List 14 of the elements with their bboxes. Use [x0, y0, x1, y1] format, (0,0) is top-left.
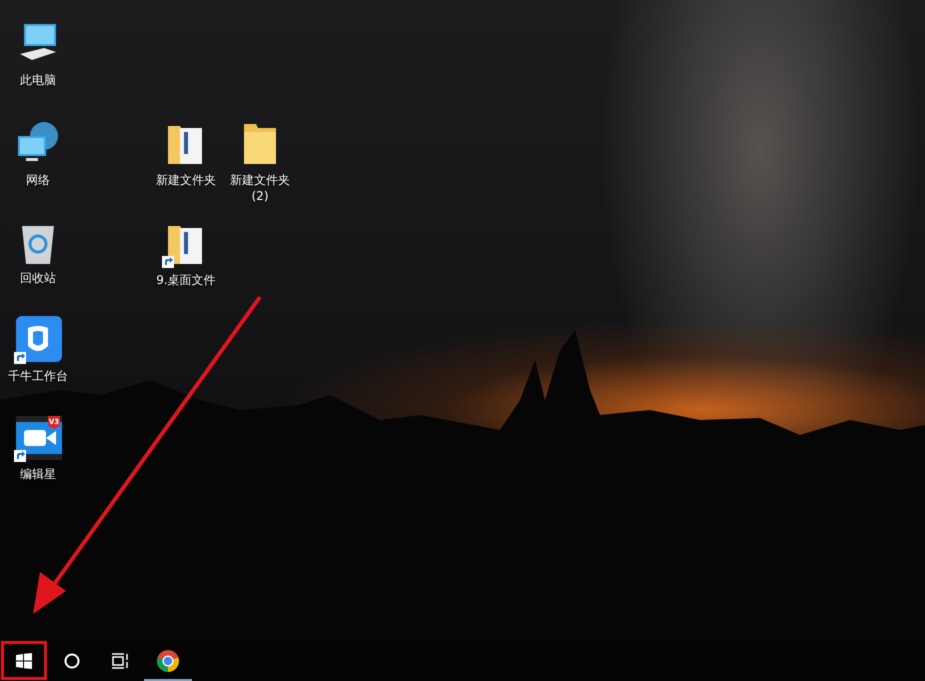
icon-label[interactable]: 千牛工作台: [8, 368, 68, 384]
app-icon[interactable]: [14, 316, 62, 364]
icon-label[interactable]: 回收站: [20, 270, 56, 286]
circle-icon: [64, 652, 80, 668]
icon-label[interactable]: 新建文件夹 (2): [222, 172, 298, 204]
icon-label[interactable]: 网络: [26, 172, 50, 188]
task-view-icon: [111, 652, 129, 668]
browser-icon: [156, 648, 180, 672]
icon-label[interactable]: 新建文件夹: [156, 172, 216, 188]
windows-logo-icon: [16, 652, 32, 668]
icon-label[interactable]: 此电脑: [20, 72, 56, 88]
icon-label[interactable]: 9.桌面文件: [156, 272, 216, 288]
icon-label[interactable]: 编辑星: [20, 466, 56, 482]
start-button[interactable]: [0, 640, 48, 681]
